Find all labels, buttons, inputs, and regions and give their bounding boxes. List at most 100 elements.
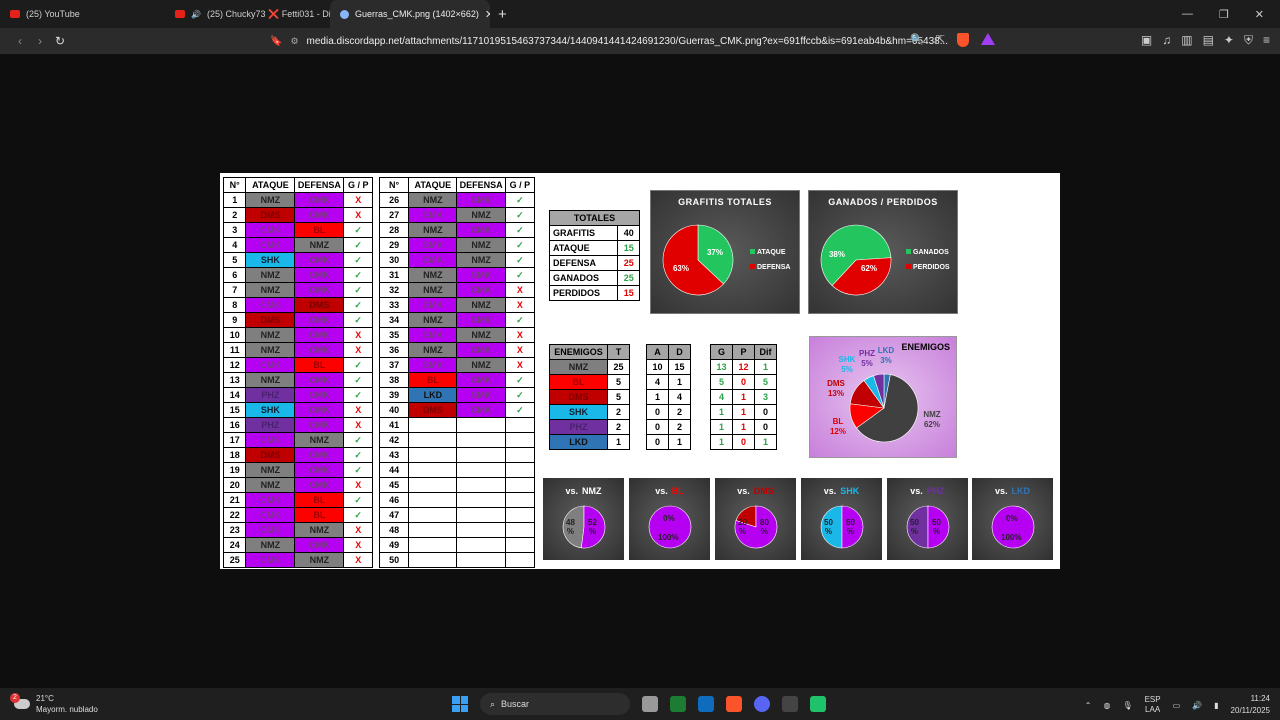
- legend-label: ATAQUE: [757, 249, 786, 256]
- row-number: 2: [222, 207, 247, 223]
- tab-label: (25) Chucky73 ❌ Fetti031 - Dil: [206, 8, 330, 19]
- defense-team: CMK: [456, 372, 506, 388]
- war-row: 5 SHK CMK ✓: [222, 252, 373, 268]
- media-icon[interactable]: ▣: [1141, 33, 1152, 48]
- brave-taskbar-icon[interactable]: [726, 696, 742, 712]
- zoom-icon[interactable]: 🔍: [910, 33, 924, 47]
- chevron-up-icon[interactable]: ⌃: [1085, 701, 1092, 710]
- defense-team: NMZ: [294, 237, 345, 253]
- tab-youtube[interactable]: (25) YouTube: [0, 0, 165, 28]
- col-header: A: [646, 344, 669, 360]
- minimize-icon[interactable]: —: [1182, 8, 1193, 21]
- attack-team: NMZ: [245, 537, 296, 553]
- vs-pie: [991, 505, 1035, 549]
- battery-icon[interactable]: ▮: [1214, 701, 1218, 710]
- weather-widget[interactable]: 2 21°C Mayorm. nublado: [10, 693, 98, 715]
- result-mark: ✓: [504, 387, 536, 403]
- enemy-a: 0: [646, 404, 669, 420]
- volume-icon[interactable]: 🔊: [1192, 701, 1202, 710]
- address-bar[interactable]: 🔖 ⚙ media.discordapp.net/attachments/117…: [270, 36, 948, 47]
- defense-team: CMK: [294, 372, 345, 388]
- brave-rewards-icon[interactable]: [980, 33, 995, 45]
- attack-team: SHK: [245, 252, 296, 268]
- ataque-defensa-table: A D 10 15 4 1 1 4 0 2 0 2 0 1: [646, 344, 691, 450]
- restore-icon[interactable]: ❐: [1219, 8, 1229, 21]
- row-number: 19: [222, 462, 247, 478]
- task-view-icon[interactable]: [642, 696, 658, 712]
- outlook-icon[interactable]: [698, 696, 714, 712]
- enemy-d: 15: [668, 359, 691, 375]
- row-number: 23: [222, 522, 247, 538]
- brave-shields-icon[interactable]: [956, 33, 969, 47]
- row-number: 5: [222, 252, 247, 268]
- result-mark: X: [343, 522, 373, 538]
- forward-icon[interactable]: ›: [30, 34, 50, 48]
- share-icon[interactable]: ⇱: [936, 33, 945, 47]
- bookmark-icon[interactable]: 🔖: [270, 36, 282, 47]
- totales-title: TOTALES: [549, 210, 640, 226]
- speaker-icon[interactable]: 🔊: [191, 10, 201, 19]
- leo-icon[interactable]: ✦: [1224, 33, 1234, 48]
- mic-icon[interactable]: 🎙: [1122, 701, 1132, 710]
- war-row: 11 NMZ CMK X: [222, 342, 373, 358]
- row-number: 25: [222, 552, 247, 568]
- menu-icon[interactable]: ≡: [1263, 33, 1270, 48]
- language-indicator[interactable]: ESP LAA: [1145, 695, 1161, 715]
- war-row: 18 DMS CMK ✓: [222, 447, 373, 463]
- row-number: 44: [378, 462, 410, 478]
- attack-team: DMS: [408, 402, 458, 418]
- war-row: 12 CMK BL ✓: [222, 357, 373, 373]
- clock[interactable]: 11:24 20/11/2025: [1231, 693, 1270, 717]
- close-tab-icon[interactable]: ✕: [485, 8, 490, 21]
- sidebar-icon[interactable]: ▥: [1181, 33, 1192, 48]
- result-mark: [504, 537, 536, 553]
- wallet-icon[interactable]: ▤: [1203, 33, 1214, 48]
- url-text[interactable]: media.discordapp.net/attachments/1171019…: [307, 36, 949, 47]
- display-icon[interactable]: ▭: [1173, 701, 1181, 710]
- defense-team: CMK: [294, 417, 345, 433]
- taskbar-search[interactable]: ⌕ Buscar: [480, 693, 630, 715]
- slice-label: 13%: [828, 389, 844, 398]
- col-header: ENEMIGOS: [549, 344, 608, 360]
- vs-label: 50 %: [824, 518, 833, 536]
- app-icon[interactable]: [782, 696, 798, 712]
- row-number: 37: [378, 357, 410, 373]
- new-tab-icon[interactable]: +: [498, 6, 507, 23]
- war-row: 16 PHZ CMK X: [222, 417, 373, 433]
- attack-team: NMZ: [245, 477, 296, 493]
- network-icon[interactable]: ◍: [1103, 701, 1110, 710]
- totales-row: ATAQUE 15: [548, 240, 640, 256]
- result-mark: X: [343, 327, 373, 343]
- enemy-d: 2: [668, 404, 691, 420]
- reload-icon[interactable]: ↻: [50, 34, 70, 48]
- youtube-icon: [175, 10, 185, 18]
- defense-team: CMK: [456, 402, 506, 418]
- enemy-name: PHZ: [549, 419, 608, 435]
- vs-prefix: vs.: [994, 486, 1008, 496]
- site-info-icon[interactable]: ⚙: [290, 36, 298, 47]
- back-icon[interactable]: ‹: [10, 34, 30, 48]
- legend-label: DEFENSA: [757, 264, 791, 271]
- enemigos-table: ENEMIGOS T NMZ 25 BL 5 DMS 5 SHK 2 PHZ 2 LKD 1: [549, 344, 630, 450]
- music-icon[interactable]: ♫: [1162, 33, 1171, 48]
- result-mark: [504, 462, 536, 478]
- totales-label: PERDIDOS: [548, 285, 619, 301]
- totales-row: DEFENSA 25: [548, 255, 640, 271]
- attack-team: NMZ: [408, 342, 458, 358]
- war-row: 29 CMK NMZ ✓: [378, 237, 536, 253]
- tab-chucky[interactable]: 🔊 (25) Chucky73 ❌ Fetti031 - Dil: [165, 0, 330, 28]
- result-mark: X: [504, 357, 536, 373]
- slice-label: 5%: [861, 359, 873, 368]
- defense-team: [456, 537, 506, 553]
- discord-icon[interactable]: [754, 696, 770, 712]
- result-mark: ✓: [343, 492, 373, 508]
- row-number: 17: [222, 432, 247, 448]
- gamepad-app-icon[interactable]: [810, 696, 826, 712]
- windows-start-icon[interactable]: [452, 696, 468, 712]
- row-number: 39: [378, 387, 410, 403]
- vpn-icon[interactable]: ⛨: [1244, 33, 1253, 48]
- xbox-icon[interactable]: [670, 696, 686, 712]
- close-window-icon[interactable]: ✕: [1255, 8, 1264, 21]
- tab-guerras[interactable]: Guerras_CMK.png (1402×662) ✕: [330, 0, 490, 28]
- defense-team: NMZ: [456, 357, 506, 373]
